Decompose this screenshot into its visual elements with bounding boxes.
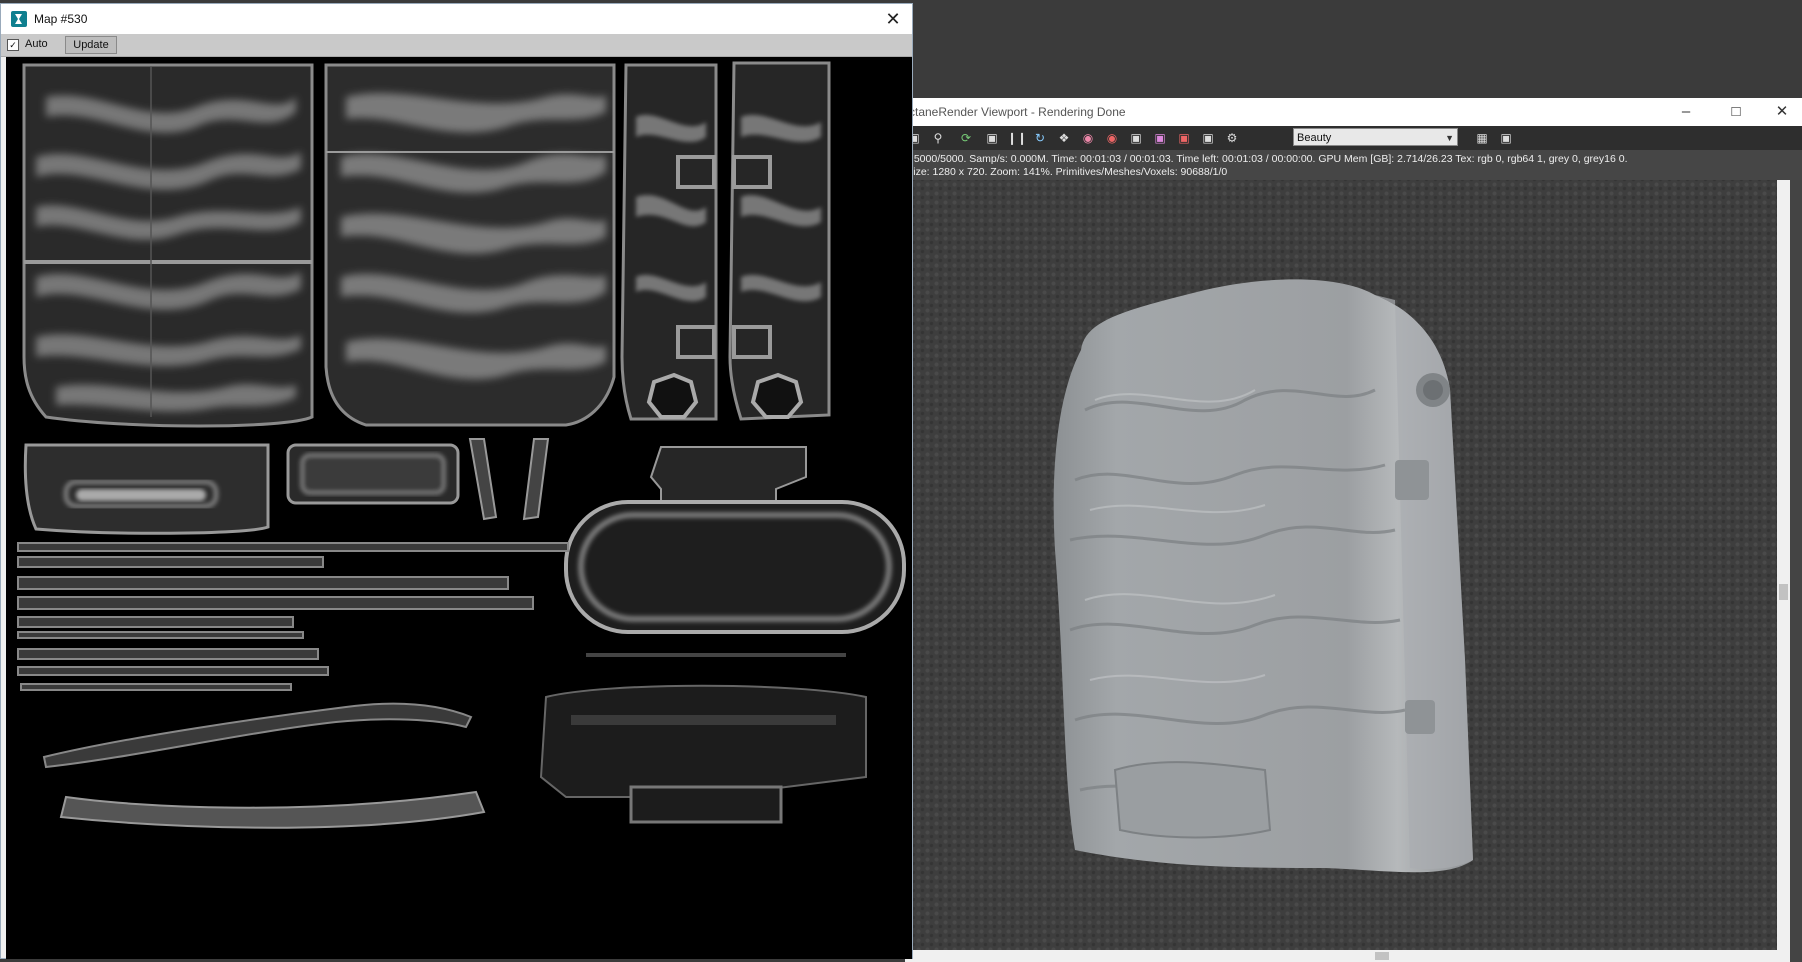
restart-icon[interactable]: ↻ [1031, 129, 1049, 147]
refresh-icon[interactable]: ⟳ [957, 129, 975, 147]
scrollbar-thumb[interactable] [1375, 952, 1389, 960]
maximize-icon[interactable]: □ [1721, 102, 1751, 122]
lock-icon[interactable]: ▣ [983, 129, 1001, 147]
uv-island [564, 446, 906, 634]
scrollbar-thumb[interactable] [1779, 584, 1788, 600]
uv-island [286, 443, 460, 505]
checkmark-icon: ✓ [9, 40, 17, 50]
aperture-icon[interactable]: ❖ [1055, 129, 1073, 147]
viewport-vertical-scrollbar[interactable] [1777, 180, 1790, 950]
viewport-titlebar[interactable]: ctaneRender Viewport - Rendering Done – … [905, 98, 1802, 126]
auto-checkbox[interactable]: ✓ [7, 39, 19, 51]
render-statistics: : 5000/5000. Samp/s: 0.000M. Time: 00:01… [905, 150, 1802, 180]
uv-island [620, 63, 718, 421]
uv-island [468, 438, 550, 521]
table-icon[interactable]: ▦ [1473, 129, 1491, 147]
camera-icon[interactable]: ▣ [1199, 129, 1217, 147]
texture-map-preview[interactable] [6, 57, 912, 959]
gear-icon[interactable]: ⚙ [1223, 129, 1241, 147]
map-toolbar: ✓ Auto Update [1, 34, 912, 57]
auto-label: Auto [25, 38, 48, 50]
pause-icon[interactable]: ❙❙ [1007, 129, 1027, 147]
uv-normal-map-image [17, 61, 906, 829]
close-icon[interactable]: ✕ [1767, 102, 1797, 122]
3dsmax-logo-icon [11, 11, 27, 27]
uv-island [42, 702, 486, 829]
zoom-icon[interactable]: ⚲ [929, 129, 947, 147]
map-titlebar[interactable]: Map #530 ✕ [1, 4, 912, 34]
viewport-horizontal-scrollbar[interactable] [905, 950, 1790, 962]
stats-line-1: : 5000/5000. Samp/s: 0.000M. Time: 00:01… [908, 153, 1628, 165]
uv-island [22, 63, 314, 428]
monitor-icon[interactable]: ▣ [1127, 129, 1145, 147]
color-picker-icon[interactable]: ◉ [1079, 129, 1097, 147]
stats-line-2: size: 1280 x 720. Zoom: 141%. Primitives… [908, 166, 1228, 178]
rendered-backpack-model [1053, 279, 1473, 873]
uv-island [324, 63, 616, 427]
minimize-icon[interactable]: – [1671, 102, 1701, 122]
render-pass-select[interactable]: Beauty ▼ [1293, 128, 1458, 146]
region-render-icon[interactable]: ◉ [1103, 129, 1121, 147]
viewport-title: ctaneRender Viewport - Rendering Done [909, 105, 1126, 119]
uv-island [539, 653, 867, 824]
uv-island [17, 542, 569, 691]
film-icon[interactable]: ▣ [1175, 129, 1193, 147]
render-output[interactable] [905, 180, 1777, 950]
close-icon[interactable]: ✕ [882, 8, 904, 30]
chevron-down-icon: ▼ [1445, 133, 1454, 143]
uv-island [728, 61, 831, 421]
uv-island [23, 443, 270, 535]
render-pass-value: Beauty [1297, 132, 1332, 144]
map-530-window: Map #530 ✕ ✓ Auto Update [0, 3, 913, 959]
viewport-toolbar: ▣ ⚲ ⟳ ▣ ❙❙ ↻ ❖ ◉ ◉ ▣ ▣ ▣ ▣ ⚙ Beauty ▼ ▦ … [905, 126, 1802, 151]
update-button[interactable]: Update [65, 36, 117, 54]
fit-view-icon[interactable]: ▣ [1497, 129, 1515, 147]
octane-viewport-window: ctaneRender Viewport - Rendering Done – … [905, 98, 1802, 962]
map-window-title: Map #530 [34, 12, 88, 26]
settings-panel-icon[interactable]: ▣ [1151, 129, 1169, 147]
